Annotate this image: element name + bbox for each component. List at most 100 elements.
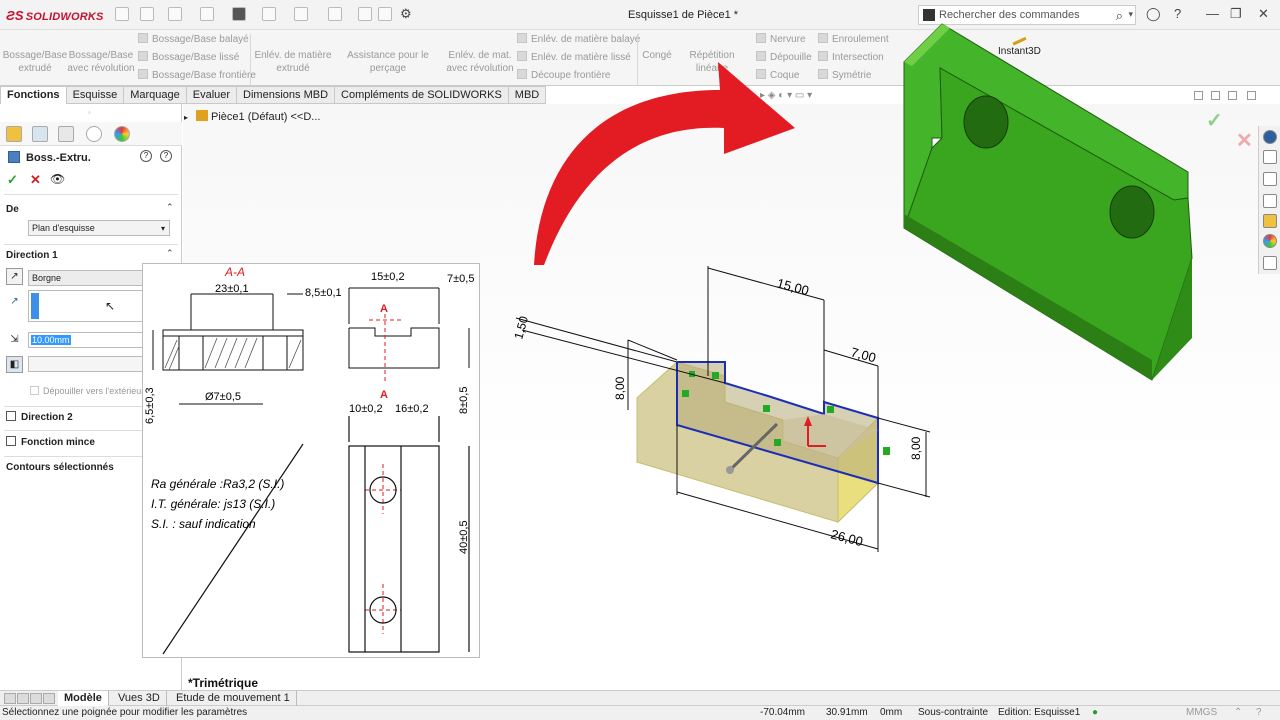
sketch-dim-step[interactable]: 7,00 [849, 344, 877, 365]
preview-eye-icon[interactable]: 👁 [50, 172, 65, 186]
thin-feature-checkbox[interactable]: Fonction mince [6, 436, 95, 448]
tab-model[interactable]: Modèle [58, 691, 109, 706]
collapse-handle-icon[interactable]: ◦ [88, 108, 91, 117]
green-3d-model [903, 23, 1193, 381]
display-manager-icon[interactable] [114, 126, 130, 142]
feature-title: Boss.-Extru. [26, 152, 91, 164]
handle-knob[interactable] [726, 466, 734, 474]
dim-16: 16±0,2 [395, 403, 429, 415]
custom-properties-icon[interactable] [1263, 256, 1277, 270]
view-orientation-label: *Trimétrique [188, 676, 259, 690]
dim-10: 10±0,2 [349, 403, 383, 415]
status-message: Sélectionnez une poignée pour modifier l… [2, 707, 248, 718]
chevron-down-icon: ▾ [160, 224, 165, 233]
section-view-lines [152, 293, 304, 405]
bottom-tabs: Modèle Vues 3D Etude de mouvement 1 [0, 690, 1280, 706]
divider [4, 244, 178, 245]
tab-motion-study[interactable]: Etude de mouvement 1 [170, 691, 297, 706]
section-label: A-A [224, 265, 245, 279]
status-x: -70.04mm [760, 707, 806, 718]
detailed-preview-icon[interactable]: ? [160, 150, 172, 162]
depth-value: 10.00mm [31, 335, 71, 345]
design-library-icon[interactable] [1263, 172, 1277, 186]
file-explorer-icon[interactable] [1263, 194, 1277, 208]
appearances-icon[interactable] [1263, 234, 1277, 248]
status-bar: Sélectionnez une poignée pour modifier l… [0, 706, 1280, 720]
from-select[interactable]: Plan d'esquisse ▾ [28, 220, 170, 236]
last-tab-icon[interactable] [43, 693, 55, 704]
reverse-direction-icon[interactable]: ↗ [6, 268, 23, 285]
from-select-value: Plan d'esquisse [32, 223, 95, 233]
feature-manager-icon[interactable] [6, 126, 22, 142]
plan-view-lines [162, 416, 470, 655]
note-si: S.I. : sauf indication [151, 517, 256, 531]
red-arrow-shape [534, 62, 795, 265]
cancel-button[interactable]: ✕ [30, 172, 41, 188]
red-transition-arrow [534, 62, 795, 265]
direction1-section-label: Direction 1 [6, 250, 58, 261]
dim-8-5: 8,5±0,1 [305, 287, 342, 299]
hatching [164, 337, 302, 371]
sketch-dim-slot-depth[interactable]: 1,50 [511, 314, 531, 340]
home-icon[interactable] [1263, 150, 1277, 164]
boss-extrude-icon [8, 151, 20, 163]
manager-tabs [0, 122, 182, 146]
solidworks-resources-icon[interactable] [1263, 130, 1277, 144]
status-constraint: Sous-contrainte [918, 707, 989, 718]
status-y: 30.91mm [826, 707, 868, 718]
help-icon[interactable]: ? [140, 150, 152, 162]
center-lines [365, 314, 401, 634]
status-editing: Edition: Esquisse1 [998, 707, 1081, 718]
solidworks-window: ƧS SOLIDWORKS › ⚙ Esquisse1 de Pièce1 * R… [0, 0, 1280, 720]
selected-contours-section[interactable]: Contours sélectionnés [6, 462, 114, 473]
prev-tab-icon[interactable] [17, 693, 29, 704]
draft-angle-input[interactable] [28, 356, 148, 372]
units-label[interactable]: MMGS [1186, 706, 1217, 720]
next-tab-icon[interactable] [30, 693, 42, 704]
direction1-collapse-icon[interactable]: ⌃ [166, 248, 174, 259]
depth-icon: ⇲ [10, 334, 19, 345]
first-tab-icon[interactable] [4, 693, 16, 704]
divider [4, 194, 178, 195]
from-collapse-icon[interactable]: ⌃ [166, 202, 174, 213]
model-hole-left [963, 95, 1009, 149]
dim-6-5: 6,5±0,3 [144, 387, 156, 424]
task-pane [1258, 126, 1280, 274]
property-manager-icon[interactable] [32, 126, 48, 142]
draft-toggle-icon[interactable]: ◧ [6, 356, 23, 373]
cursor-icon: ↖ [105, 299, 116, 313]
dim-7: 7±0,5 [447, 273, 474, 285]
top-right-view-lines [348, 287, 470, 369]
view-palette-icon[interactable] [1263, 214, 1277, 228]
status-z: 0mm [880, 707, 903, 718]
cut-label-top: A [380, 303, 388, 315]
model-hole-right [1109, 185, 1155, 239]
dim-40: 40±0,5 [458, 520, 470, 554]
from-section-label: De [6, 204, 19, 215]
direction-selection-box[interactable]: ↖ [28, 290, 148, 322]
cut-label-bottom: A [380, 389, 388, 401]
direction2-checkbox[interactable]: Direction 2 [6, 411, 73, 423]
end-condition-select[interactable]: Borgne [28, 270, 148, 286]
technical-drawing-image: A-A 23±0,1 8,5±0,1 15±0,2 7±0,5 Ø7±0,5 6… [142, 263, 480, 658]
direction-vector-icon: ↗ [10, 296, 19, 307]
tab-3d-views[interactable]: Vues 3D [112, 691, 167, 706]
dim-8: 8±0,5 [458, 387, 470, 414]
depth-input[interactable]: 10.00mm [28, 332, 148, 348]
sketch-dim-left-height[interactable]: 8,00 [613, 376, 627, 400]
dim-diameter-7: Ø7±0,5 [205, 391, 241, 403]
note-tolerance: I.T. générale: js13 (S.I.) [151, 497, 275, 511]
drawing-svg: A-A 23±0,1 8,5±0,1 15±0,2 7±0,5 Ø7±0,5 6… [144, 265, 474, 655]
sketch-dim-right-height[interactable]: 8,00 [909, 436, 923, 460]
dim-15: 15±0,2 [371, 271, 405, 283]
units-dropdown-icon[interactable]: ⌃ [1234, 706, 1242, 720]
selection-highlight [31, 293, 39, 319]
configuration-manager-icon[interactable] [58, 126, 74, 142]
rebuild-status-icon[interactable]: ● [1092, 706, 1098, 720]
ok-button[interactable]: ✓ [7, 172, 18, 188]
draft-outward-checkbox[interactable]: Dépouiller vers l'extérieur [30, 386, 144, 396]
sketch-dim-length[interactable]: 26,00 [829, 526, 864, 549]
dim-23: 23±0,1 [215, 283, 249, 295]
dimxpert-icon[interactable] [86, 126, 102, 142]
help-chevron-icon[interactable]: ? [1256, 706, 1262, 720]
